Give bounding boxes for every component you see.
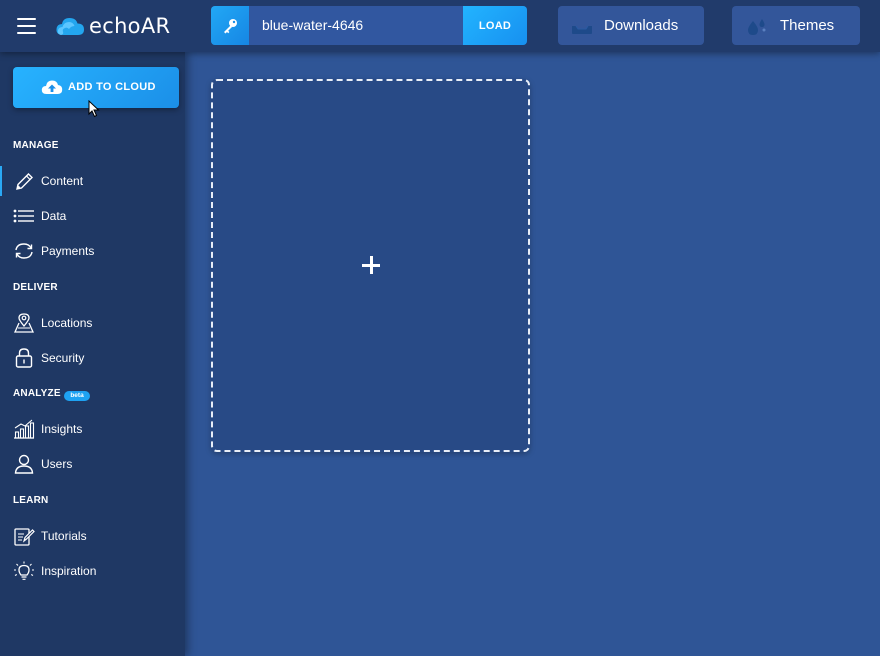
cloud-upload-icon bbox=[41, 80, 63, 94]
downloads-label: Downloads bbox=[604, 17, 679, 34]
brand-logo[interactable]: echoAR bbox=[55, 12, 170, 40]
sidebar-item-label: Data bbox=[41, 209, 67, 223]
edit-document-icon bbox=[14, 528, 35, 546]
sidebar-item-security[interactable]: Security bbox=[0, 343, 185, 373]
sidebar-item-locations[interactable]: Locations bbox=[0, 308, 185, 338]
section-analyze: ANALYZE bbox=[13, 388, 61, 399]
sidebar-item-label: Users bbox=[41, 457, 73, 471]
section-learn: LEARN bbox=[13, 495, 49, 506]
api-key-field[interactable]: blue-water-4646 LOAD bbox=[211, 6, 527, 45]
upload-dropzone[interactable] bbox=[211, 79, 530, 452]
beta-badge: beta bbox=[64, 391, 90, 401]
section-deliver: DELIVER bbox=[13, 282, 58, 293]
sidebar-item-content[interactable]: Content bbox=[0, 166, 185, 196]
brand-name: echoAR bbox=[89, 14, 171, 38]
refresh-icon bbox=[15, 243, 33, 259]
sidebar-item-label: Insights bbox=[41, 422, 83, 436]
lightbulb-icon bbox=[14, 561, 34, 580]
sidebar-item-payments[interactable]: Payments bbox=[0, 236, 185, 266]
sidebar-item-label: Security bbox=[41, 351, 85, 365]
sidebar-item-label: Payments bbox=[41, 244, 95, 258]
sidebar-item-insights[interactable]: Insights bbox=[0, 414, 185, 444]
themes-button[interactable]: Themes bbox=[732, 6, 860, 45]
pencil-icon bbox=[16, 173, 33, 190]
mouse-cursor-icon bbox=[88, 100, 100, 118]
list-icon bbox=[13, 209, 34, 223]
sidebar-item-label: Content bbox=[41, 174, 84, 188]
sidebar-item-label: Tutorials bbox=[41, 529, 87, 543]
bar-chart-icon bbox=[14, 419, 35, 439]
sidebar-item-tutorials[interactable]: Tutorials bbox=[0, 521, 185, 551]
download-tray-icon bbox=[572, 25, 592, 34]
sidebar-item-users[interactable]: Users bbox=[0, 449, 185, 479]
sidebar-item-inspiration[interactable]: Inspiration bbox=[0, 556, 185, 586]
section-manage: MANAGE bbox=[13, 140, 59, 151]
cloud-logo-icon bbox=[56, 18, 84, 35]
sidebar-item-data[interactable]: Data bbox=[0, 201, 185, 231]
sidebar: ADD TO CLOUD MANAGE Content Data Payment… bbox=[0, 52, 185, 656]
user-icon bbox=[14, 454, 34, 474]
lock-icon bbox=[15, 348, 33, 368]
top-bar: echoAR blue-water-4646 LOAD Downloads Th… bbox=[0, 0, 880, 52]
key-icon bbox=[224, 18, 237, 33]
downloads-button[interactable]: Downloads bbox=[558, 6, 704, 45]
add-to-cloud-label: ADD TO CLOUD bbox=[68, 81, 156, 93]
sidebar-item-label: Locations bbox=[41, 316, 93, 330]
paint-drops-icon bbox=[748, 19, 766, 35]
key-icon-box bbox=[211, 6, 249, 45]
load-button[interactable]: LOAD bbox=[463, 6, 527, 45]
themes-label: Themes bbox=[780, 17, 835, 34]
map-pin-icon bbox=[13, 313, 35, 333]
hamburger-menu-icon[interactable] bbox=[17, 18, 36, 34]
sidebar-item-label: Inspiration bbox=[41, 564, 97, 578]
plus-icon[interactable] bbox=[362, 256, 380, 274]
api-key-value[interactable]: blue-water-4646 bbox=[262, 17, 363, 33]
